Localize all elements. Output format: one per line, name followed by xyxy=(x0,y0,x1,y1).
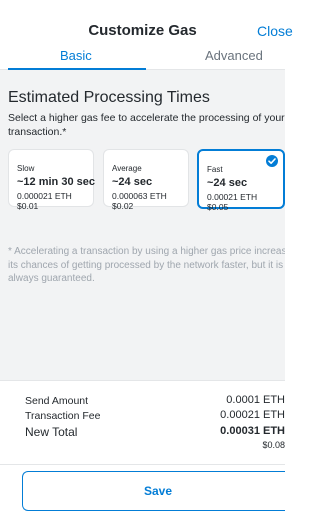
footer: Save xyxy=(0,464,285,511)
gas-option-usd: $0.01 xyxy=(17,201,39,211)
gas-option-label: Fast xyxy=(207,165,223,174)
close-button[interactable]: Close xyxy=(257,23,293,39)
acceleration-disclaimer: * Accelerating a transaction by using a … xyxy=(8,246,285,284)
transaction-totals: Send Amount 0.0001 ETH Transaction Fee 0… xyxy=(0,380,285,465)
new-total-value: 0.00031 ETH xyxy=(220,425,285,437)
save-button[interactable]: Save xyxy=(22,471,285,511)
gas-option-eth: 0.000021 ETH xyxy=(17,191,72,201)
tab-advanced[interactable]: Advanced xyxy=(205,48,263,63)
customize-gas-header: Customize Gas Close Basic Advanced xyxy=(0,0,293,70)
transaction-fee-label: Transaction Fee xyxy=(25,410,101,422)
gas-option-average[interactable]: Average ~24 sec 0.000063 ETH $0.02 xyxy=(103,149,189,211)
new-total-usd: $0.08 xyxy=(262,440,285,450)
gas-option-label: Average xyxy=(112,164,142,173)
tab-basic[interactable]: Basic xyxy=(60,48,92,63)
gas-option-label: Slow xyxy=(17,164,35,173)
check-icon xyxy=(266,155,278,167)
gas-option-fast[interactable]: Fast ~24 sec 0.00021 ETH $0.05 xyxy=(197,149,285,212)
send-amount-value: 0.0001 ETH xyxy=(226,394,285,406)
gas-option-usd: $0.02 xyxy=(112,201,134,211)
gas-option-usd: $0.05 xyxy=(207,202,229,212)
transaction-fee-value: 0.00021 ETH xyxy=(220,409,285,421)
gas-option-time: ~24 sec xyxy=(207,177,248,189)
processing-times-heading: Estimated Processing Times xyxy=(8,89,210,106)
gas-option-eth: 0.00021 ETH xyxy=(207,192,258,202)
gas-option-time: ~12 min 30 sec xyxy=(17,176,95,188)
send-amount-label: Send Amount xyxy=(25,395,89,407)
gas-option-slow[interactable]: Slow ~12 min 30 sec 0.000021 ETH $0.01 xyxy=(8,149,95,211)
gas-option-eth: 0.000063 ETH xyxy=(112,191,167,201)
gas-option-time: ~24 sec xyxy=(112,176,153,188)
processing-times-description: Select a higher gas fee to accelerate th… xyxy=(8,112,285,138)
basic-tab-panel: Estimated Processing Times Select a high… xyxy=(0,70,285,380)
page-title: Customize Gas xyxy=(88,22,197,39)
new-total-label: New Total xyxy=(25,425,78,439)
